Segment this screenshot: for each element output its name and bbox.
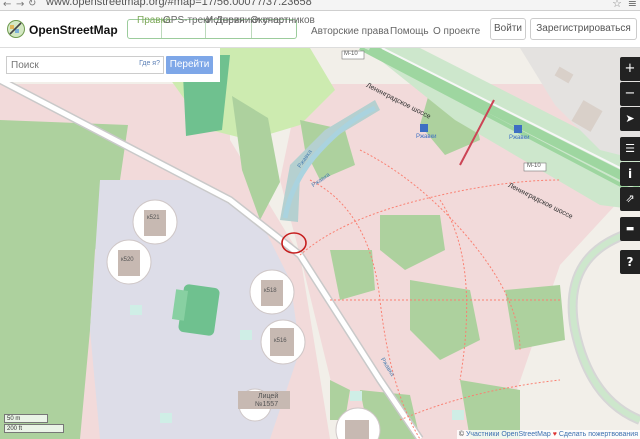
zoom-out-button[interactable]: − xyxy=(620,82,640,106)
nav-about[interactable]: О проекте xyxy=(433,26,480,37)
copyright-symbol: © xyxy=(458,431,464,438)
layers-button[interactable]: ☰ xyxy=(620,137,640,161)
address-bar[interactable]: www.openstreetmap.org/#map=17/56.00077/3… xyxy=(46,0,312,8)
tab-user-diaries[interactable]: Дневники участников xyxy=(216,15,315,26)
building-label: к521 xyxy=(147,215,160,221)
brand-title[interactable]: OpenStreetMap xyxy=(29,23,118,37)
share-button[interactable]: ⇗ xyxy=(620,187,640,211)
building-label: к516 xyxy=(274,338,287,344)
osm-logo-icon[interactable] xyxy=(7,20,25,38)
route-shield: М-10 xyxy=(344,51,358,57)
scale-bar: 50 m 200 ft xyxy=(4,414,68,436)
heart-icon: ♥ xyxy=(552,431,557,438)
site-header: OpenStreetMap Правка GPS-треки История Э… xyxy=(0,11,640,48)
bus-stop-label: Ржавки xyxy=(509,135,530,141)
signup-button[interactable]: Зарегистрироваться xyxy=(530,18,637,40)
query-features-button[interactable]: ? xyxy=(620,250,640,274)
add-note-button[interactable]: ▬ xyxy=(620,217,640,241)
search-box: Где я? xyxy=(6,56,164,74)
where-am-i-link[interactable]: Где я? xyxy=(139,60,160,67)
bookmark-star-icon[interactable]: ☆ xyxy=(612,0,622,10)
browser-menu-icon[interactable]: ≡ xyxy=(628,0,637,10)
nav-copyright[interactable]: Авторские права xyxy=(311,26,389,37)
reload-icon[interactable]: ↻ xyxy=(28,0,36,9)
scale-imperial: 200 ft xyxy=(4,424,64,433)
attribution: © Участники OpenStreetMap ♥ Сделать поже… xyxy=(456,430,640,439)
login-button[interactable]: Войти xyxy=(490,18,526,40)
search-input[interactable] xyxy=(7,57,143,73)
forward-icon[interactable]: → xyxy=(16,0,24,10)
route-shield: М-10 xyxy=(527,163,541,169)
map-key-button[interactable]: i xyxy=(620,162,640,186)
donate-link[interactable]: Сделать пожертвования xyxy=(559,431,638,438)
contributors-link[interactable]: Участники OpenStreetMap xyxy=(466,431,551,438)
locate-button[interactable]: ➤ xyxy=(620,107,640,131)
nav-help[interactable]: Помощь xyxy=(390,26,429,37)
zoom-in-button[interactable]: + xyxy=(620,57,640,81)
building-label: к518 xyxy=(264,288,277,294)
scale-metric: 50 m xyxy=(4,414,48,423)
search-panel: Где я? Перейти xyxy=(0,48,220,82)
bus-stop-label: Ржавки xyxy=(416,134,437,140)
school-label: Лицей xyxy=(258,393,279,400)
school-label: №1557 xyxy=(255,401,279,408)
map-canvas[interactable] xyxy=(0,48,640,439)
browser-url-bar: ← → ↻ www.openstreetmap.org/#map=17/56.0… xyxy=(0,0,640,11)
back-icon[interactable]: ← xyxy=(3,0,11,10)
go-button[interactable]: Перейти xyxy=(166,56,213,74)
building-label: к520 xyxy=(121,257,134,263)
